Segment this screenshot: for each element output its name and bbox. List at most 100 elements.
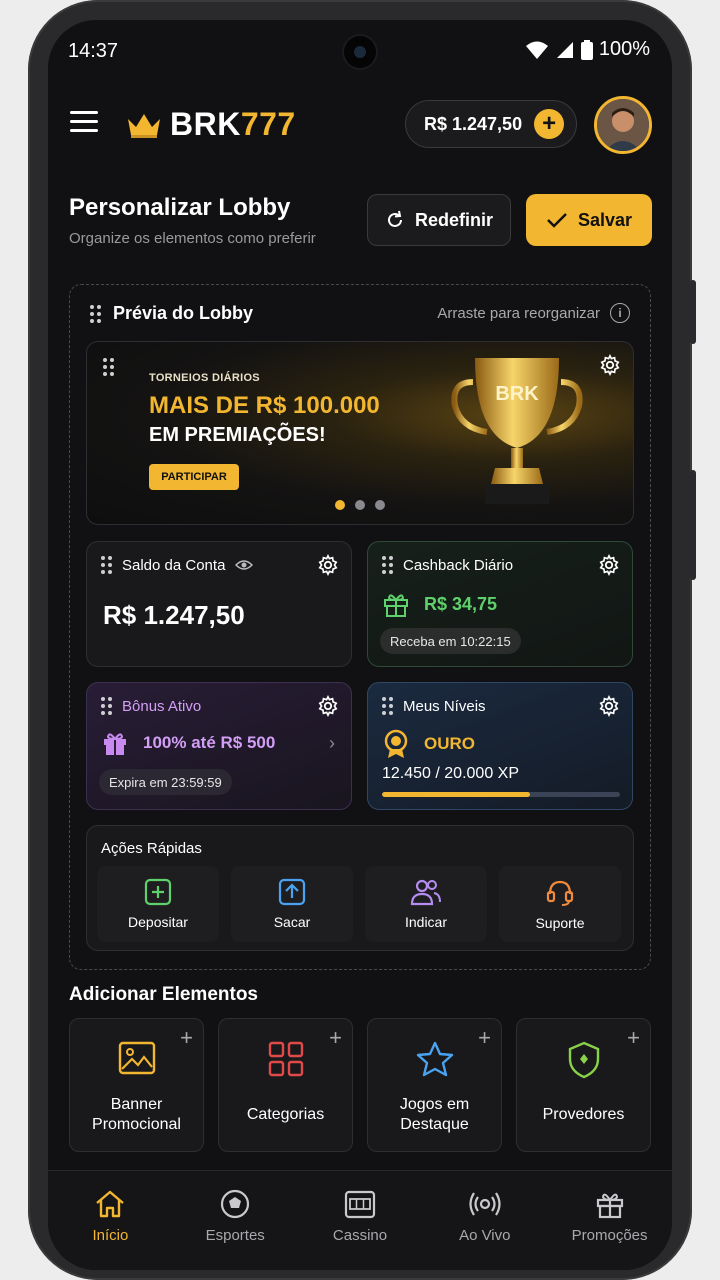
reset-button[interactable]: Redefinir: [367, 194, 511, 246]
participate-button[interactable]: PARTICIPAR: [149, 464, 239, 490]
nav-item-promotions[interactable]: Promoções: [547, 1171, 672, 1270]
battery-icon: [580, 39, 593, 60]
nav-label-home: Início: [92, 1227, 129, 1244]
drag-handle-icon[interactable]: [382, 556, 393, 574]
carousel-dots[interactable]: [335, 500, 385, 510]
cashback-card-header: Cashback Diário: [382, 556, 513, 574]
gear-icon[interactable]: [317, 695, 339, 717]
gear-icon[interactable]: [599, 354, 621, 376]
drag-handle-icon[interactable]: [101, 697, 112, 715]
plus-icon[interactable]: +: [627, 1025, 640, 1051]
wifi-icon: [525, 41, 548, 59]
brand-logo[interactable]: BRK777: [126, 106, 296, 143]
levels-card[interactable]: Meus Níveis OURO 12.450 / 20.000 XP: [367, 682, 633, 810]
balance-card-header: Saldo da Conta: [101, 556, 254, 574]
front-camera: [344, 36, 376, 68]
add-categories-card[interactable]: + Categorias: [218, 1018, 353, 1152]
plus-icon[interactable]: +: [180, 1025, 193, 1051]
page-header: Personalizar Lobby Organize os elementos…: [69, 194, 659, 254]
volume-button: [690, 280, 696, 344]
bonus-offer: 100% até R$ 500: [143, 733, 276, 752]
home-icon: [96, 1190, 125, 1218]
gear-icon[interactable]: [317, 554, 339, 576]
add-banner-card[interactable]: + Banner Promocional: [69, 1018, 204, 1152]
nav-label-live: Ao Vivo: [459, 1227, 511, 1244]
eye-icon[interactable]: [235, 559, 254, 571]
plus-icon[interactable]: +: [478, 1025, 491, 1051]
chevron-right-icon[interactable]: ›: [329, 733, 335, 754]
banner-kicker: TORNEIOS DIÁRIOS: [149, 372, 260, 384]
add-banner-label: Banner Promocional: [92, 1096, 181, 1133]
level-progress-fill: [382, 792, 531, 797]
add-providers-label: Provedores: [542, 1106, 625, 1123]
hamburger-menu-icon[interactable]: [70, 111, 98, 133]
avatar-image: [597, 99, 649, 151]
header-balance-value: R$ 1.247,50: [424, 113, 523, 134]
add-featured-card[interactable]: + Jogos em Destaque: [367, 1018, 502, 1152]
status-indicators: 100%: [525, 38, 650, 61]
shield-icon: [568, 1041, 599, 1079]
nav-item-casino[interactable]: Cassino: [298, 1171, 423, 1270]
image-icon: [118, 1041, 155, 1075]
screen: 14:37 100% BRK777 R$ 1.247,50 + Personal…: [48, 20, 672, 1270]
live-icon: [469, 1192, 501, 1216]
users-icon: [410, 879, 441, 906]
cashback-card[interactable]: Cashback Diário R$ 34,75 Receba em 10:22…: [367, 541, 633, 667]
status-bar: 14:37 100%: [48, 20, 672, 82]
support-label: Suporte: [535, 915, 585, 931]
nav-label-promotions: Promoções: [571, 1227, 648, 1244]
nav-label-casino: Cassino: [332, 1227, 388, 1244]
bonus-card[interactable]: Bônus Ativo 100% até R$ 500 › Expira em …: [86, 682, 352, 810]
lobby-preview: Prévia do Lobby Arraste para reorganizar…: [69, 284, 651, 970]
gear-icon[interactable]: [598, 554, 620, 576]
withdraw-label: Sacar: [273, 914, 311, 930]
levels-card-header: Meus Níveis: [382, 697, 486, 715]
add-elements-grid: + Banner Promocional + Categorias + Jogos…: [69, 1018, 651, 1152]
level-tier: OURO: [424, 734, 475, 753]
withdraw-action[interactable]: Sacar: [231, 866, 353, 942]
balance-card[interactable]: Saldo da Conta R$ 1.247,50: [86, 541, 352, 667]
reset-label: Redefinir: [414, 209, 493, 230]
nav-item-sports[interactable]: Esportes: [173, 1171, 298, 1270]
level-progress-bar: [382, 792, 620, 797]
balance-amount: R$ 1.247,50: [103, 600, 245, 630]
drag-handle-icon[interactable]: [101, 556, 112, 574]
trophy-icon: BRK: [451, 358, 583, 504]
nav-item-home[interactable]: Início: [48, 1171, 173, 1270]
save-button[interactable]: Salvar: [526, 194, 652, 246]
logo-text: BRK777: [170, 106, 296, 142]
signal-icon: [556, 41, 573, 58]
gift-icon: [596, 1193, 623, 1219]
bottom-nav: Início Esportes Cassino Ao Vivo Promoçõe…: [48, 1170, 672, 1270]
promo-banner[interactable]: TORNEIOS DIÁRIOS MAIS DE R$ 100.000 EM P…: [86, 341, 634, 525]
refer-action[interactable]: Indicar: [365, 866, 487, 942]
drag-handle-icon: [90, 304, 101, 323]
header-balance[interactable]: R$ 1.247,50 +: [405, 100, 577, 148]
drag-handle-icon[interactable]: [382, 697, 393, 715]
grid-icon: [268, 1041, 303, 1077]
add-elements-title: Adicionar Elementos: [69, 984, 258, 1005]
nav-item-live[interactable]: Ao Vivo: [422, 1171, 547, 1270]
soccer-ball-icon: [221, 1189, 250, 1219]
drag-handle-icon[interactable]: [103, 358, 114, 376]
add-providers-card[interactable]: + Provedores: [516, 1018, 651, 1152]
bonus-card-title: Bônus Ativo: [122, 697, 202, 715]
power-button: [690, 470, 696, 580]
deposit-label: Depositar: [128, 914, 188, 930]
avatar[interactable]: [594, 96, 652, 154]
add-funds-icon[interactable]: +: [534, 109, 565, 139]
slot-machine-icon: [344, 1190, 376, 1219]
balance-card-title: Saldo da Conta: [122, 556, 226, 574]
info-icon[interactable]: i: [610, 303, 630, 323]
preview-title: Prévia do Lobby: [90, 303, 253, 324]
cashback-card-title: Cashback Diário: [403, 556, 514, 574]
gift-icon: [104, 733, 126, 755]
add-categories-label: Categorias: [246, 1106, 325, 1123]
support-action[interactable]: Suporte: [499, 866, 621, 942]
trophy-text: BRK: [495, 383, 539, 405]
deposit-action[interactable]: Depositar: [97, 866, 219, 942]
plus-icon[interactable]: +: [329, 1025, 342, 1051]
gear-icon[interactable]: [598, 695, 620, 717]
upload-icon: [278, 878, 306, 906]
level-xp: 12.450 / 20.000 XP: [382, 765, 519, 782]
